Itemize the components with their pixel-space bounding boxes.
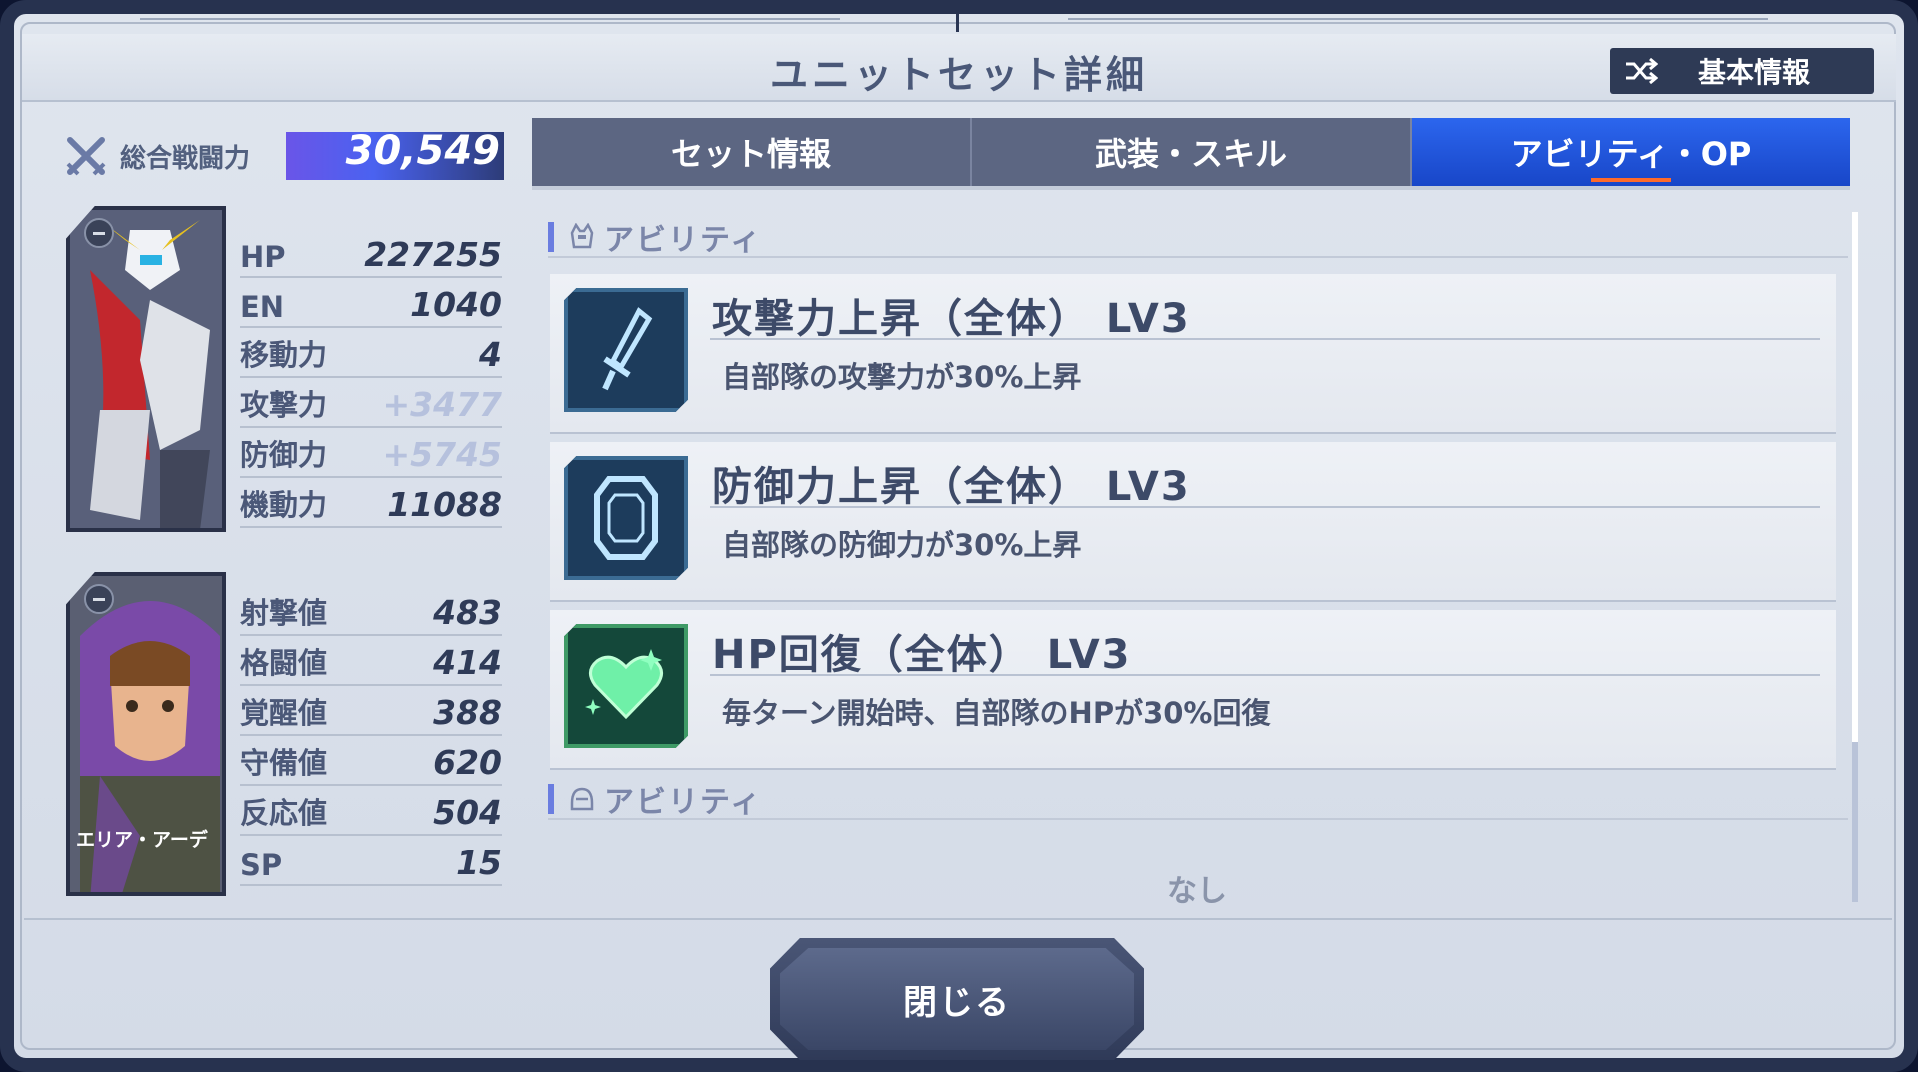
stat-row-hp: HP 227255 xyxy=(240,228,502,278)
stat-value: 620 xyxy=(433,743,502,782)
pilot-portrait[interactable]: エリア・アーデ xyxy=(66,572,226,896)
unit-ability-label: アビリティ xyxy=(604,223,763,258)
stat-value: 414 xyxy=(433,643,502,682)
basic-info-label: 基本情報 xyxy=(1698,56,1811,89)
stat-row-melee: 格闘値 414 xyxy=(240,636,502,686)
pilot-name: エリア・アーデ xyxy=(76,829,208,851)
pilot-helmet-icon xyxy=(570,787,594,811)
stat-value: 227255 xyxy=(364,235,502,274)
unit-ability-header: アビリティ xyxy=(548,218,1848,258)
close-label: 閉じる xyxy=(903,982,1011,1023)
stat-row-en: EN 1040 xyxy=(240,278,502,328)
ability-underline xyxy=(710,506,1820,508)
tab-ability-op[interactable]: アビリティ・OP xyxy=(1412,118,1850,186)
stat-value: +3477 xyxy=(382,385,503,424)
content-scrollbar[interactable] xyxy=(1852,212,1858,902)
ability-icon-frame xyxy=(564,624,688,748)
pilot-ability-label: アビリティ xyxy=(604,785,763,820)
remove-unit-icon[interactable] xyxy=(84,218,114,248)
ability-underline xyxy=(710,674,1820,676)
stat-label: 覚醒値 xyxy=(240,696,328,730)
stat-row-mobility: 機動力 11088 xyxy=(240,478,502,528)
stat-value: 11088 xyxy=(387,485,502,524)
stat-value: 504 xyxy=(433,793,502,832)
tab-divider xyxy=(532,186,1850,190)
stat-label: 射撃値 xyxy=(240,596,328,630)
stat-row-reaction: 反応値 504 xyxy=(240,786,502,836)
close-button[interactable]: 閉じる xyxy=(770,938,1144,1060)
stat-row-defense: 防御力 +5745 xyxy=(240,428,502,478)
stat-row-sp: SP 15 xyxy=(240,836,502,886)
unit-stats: HP 227255 EN 1040 移動力 4 攻撃力 +3477 防御力 +5… xyxy=(240,228,502,528)
stat-row-awaken: 覚醒値 388 xyxy=(240,686,502,736)
ability-desc: 自部隊の防御力が30%上昇 xyxy=(722,528,1082,562)
stat-row-shooting: 射撃値 483 xyxy=(240,586,502,636)
shuffle-icon xyxy=(1624,57,1659,85)
remove-pilot-icon[interactable] xyxy=(84,584,114,614)
stat-value: +5745 xyxy=(382,435,503,474)
ability-card[interactable]: 攻撃力上昇（全体） LV3 自部隊の攻撃力が30%上昇 xyxy=(550,274,1836,432)
tab-weapons-skills[interactable]: 武装・スキル xyxy=(972,118,1412,186)
ability-desc: 自部隊の攻撃力が30%上昇 xyxy=(722,360,1082,394)
stat-label: 反応値 xyxy=(240,796,328,830)
tab-set-info[interactable]: セット情報 xyxy=(532,118,972,186)
scrollbar-thumb[interactable] xyxy=(1852,212,1858,742)
section-bar xyxy=(548,784,554,814)
tab-bar: セット情報 武装・スキル アビリティ・OP xyxy=(532,118,1850,186)
ability-icon-frame xyxy=(564,288,688,412)
stat-row-guard: 守備値 620 xyxy=(240,736,502,786)
shield-icon xyxy=(594,476,658,560)
stat-value: 1040 xyxy=(410,285,502,324)
stat-value: 4 xyxy=(479,335,502,374)
ability-name: HP回復（全体） LV3 xyxy=(712,632,1132,678)
crossed-swords-icon xyxy=(66,137,106,176)
power-label: 総合戦闘力 xyxy=(120,144,251,174)
stat-label: 移動力 xyxy=(240,338,328,372)
stat-value: 15 xyxy=(456,843,502,882)
unit-mech-image xyxy=(70,210,222,528)
heart-icon xyxy=(585,649,663,720)
pilot-stats: 射撃値 483 格闘値 414 覚醒値 388 守備値 620 反応値 504 … xyxy=(240,586,502,886)
pilot-ability-none: なし xyxy=(1167,874,1227,909)
ability-name: 攻撃力上昇（全体） LV3 xyxy=(712,296,1191,342)
ability-card[interactable]: HP回復（全体） LV3 毎ターン開始時、自部隊のHPが30%回復 xyxy=(550,610,1836,768)
pilot-ability-header: アビリティ xyxy=(548,780,1848,820)
section-bar xyxy=(548,222,554,252)
stat-label: 防御力 xyxy=(240,438,328,472)
stat-value: 483 xyxy=(433,593,502,632)
stat-label: SP xyxy=(240,848,283,882)
top-deco-line-left xyxy=(140,18,840,20)
basic-info-button[interactable]: 基本情報 xyxy=(1610,48,1874,94)
unit-portrait[interactable] xyxy=(66,206,226,532)
stat-row-move: 移動力 4 xyxy=(240,328,502,378)
stat-label: 機動力 xyxy=(240,488,328,522)
stat-label: 攻撃力 xyxy=(240,388,328,422)
stat-label: 格闘値 xyxy=(240,646,328,680)
stat-label: EN xyxy=(240,290,285,324)
power-value: 30,549 xyxy=(345,128,500,174)
stat-row-attack: 攻撃力 +3477 xyxy=(240,378,502,428)
footer-divider xyxy=(24,918,1892,920)
ability-name: 防御力上昇（全体） LV3 xyxy=(712,464,1191,510)
sword-icon xyxy=(602,307,653,391)
top-tick xyxy=(956,14,959,32)
ability-underline xyxy=(710,338,1820,340)
stat-label: 守備値 xyxy=(240,746,328,780)
ability-card[interactable]: 防御力上昇（全体） LV3 自部隊の防御力が30%上昇 xyxy=(550,442,1836,600)
top-deco-line-right xyxy=(1068,18,1768,20)
ability-desc: 毎ターン開始時、自部隊のHPが30%回復 xyxy=(722,696,1271,730)
stat-value: 388 xyxy=(433,693,502,732)
stat-label: HP xyxy=(240,240,286,274)
mech-head-icon xyxy=(570,223,594,249)
ability-content-panel: アビリティ 攻撃力上昇（全体） LV3 自部隊の攻撃力が30%上昇 防御力上昇（… xyxy=(532,202,1862,916)
ability-icon-frame xyxy=(564,456,688,580)
